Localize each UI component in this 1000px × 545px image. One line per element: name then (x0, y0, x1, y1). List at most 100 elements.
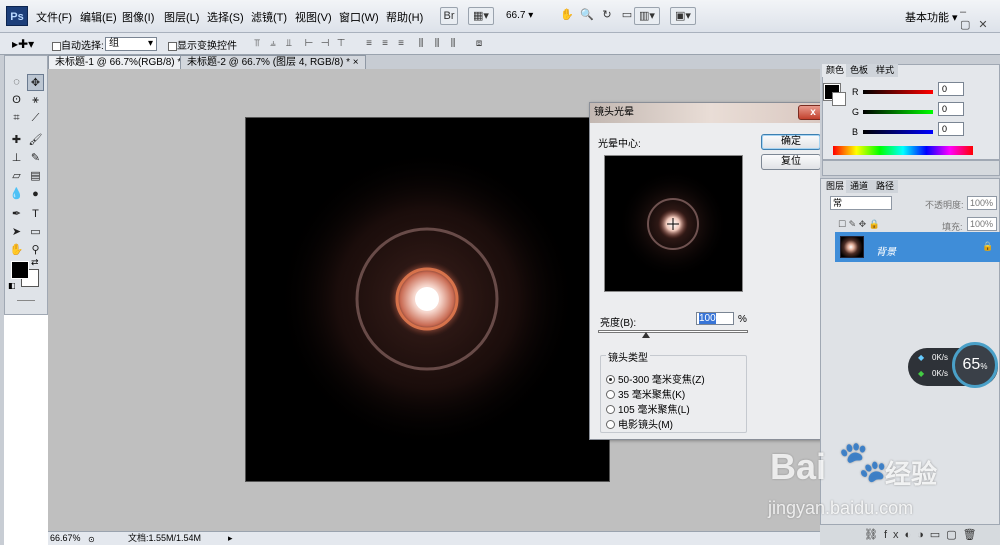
tab-document-1[interactable]: 未标题-1 @ 66.7%(RGB/8) * × (48, 55, 197, 69)
window-controls[interactable]: –▢✕ (960, 6, 1000, 31)
type-tool-icon[interactable]: T (27, 206, 44, 223)
channel-b-slider[interactable] (863, 130, 933, 134)
path-select-icon[interactable]: ➤ (8, 224, 25, 241)
tab-document-2[interactable]: 未标题-2 @ 66.7% (图层 4, RGB/8) * × (180, 55, 366, 69)
distribute-vcenter-icon[interactable]: ≡ (378, 38, 392, 50)
tab-color[interactable]: 颜色 (822, 64, 849, 77)
reset-button[interactable]: 复位 (761, 154, 821, 170)
crop-tool-icon[interactable]: ⌗ (8, 110, 25, 127)
brightness-slider[interactable] (598, 330, 748, 333)
memory-usage-circle[interactable]: 65% (952, 342, 998, 388)
hand-tool-icon[interactable]: ✋ (8, 242, 25, 259)
opacity-input[interactable]: 100% (967, 196, 997, 210)
move-tool-icon[interactable]: ✥ (27, 74, 44, 91)
distribute-left-icon[interactable]: ⫼ (414, 38, 428, 50)
layer-name[interactable]: 背景 (876, 243, 896, 258)
blur-tool-icon[interactable]: 💧 (8, 186, 25, 203)
align-left-icon[interactable]: ⊢ (302, 38, 316, 50)
foreground-color-swatch[interactable] (11, 261, 29, 279)
blend-mode-dropdown[interactable]: 常 (830, 196, 892, 210)
menu-view[interactable]: 视图(V) (295, 9, 332, 25)
align-bottom-icon[interactable]: ⫫ (282, 38, 296, 50)
status-menu-arrow-icon[interactable]: ▸ (228, 532, 233, 545)
tab-swatches[interactable]: 色板 (846, 64, 873, 77)
lasso-tool-icon[interactable]: ʘ (8, 92, 25, 109)
quick-mask-icon[interactable] (17, 300, 35, 301)
default-colors-icon[interactable]: ◧ (8, 281, 16, 290)
menu-file[interactable]: 文件(F) (36, 9, 72, 25)
fill-input[interactable]: 100% (967, 217, 997, 231)
distribute-hcenter-icon[interactable]: ⫼ (430, 38, 444, 50)
memory-percent: 65 (962, 356, 981, 373)
gradient-tool-icon[interactable]: ▤ (27, 168, 44, 185)
menu-image[interactable]: 图像(I) (122, 9, 154, 25)
hand-tool-icon[interactable]: ✋ (558, 7, 576, 25)
tab-paths[interactable]: 路径 (872, 180, 899, 193)
zoom-tool-icon[interactable]: 🔍 (578, 7, 596, 25)
move-tool-icon[interactable]: ▸✚▾ (12, 37, 34, 51)
lens-option-zoom[interactable]: 50-300 毫米变焦(Z) (606, 371, 705, 386)
align-right-icon[interactable]: ⊤ (334, 38, 348, 50)
screen-mode-icon[interactable]: ▣▾ (670, 7, 696, 25)
zoom-level-field[interactable]: 66.7 ▾ (506, 8, 544, 24)
arrange-documents-icon[interactable]: ▥▾ (634, 7, 660, 25)
document-canvas[interactable] (245, 117, 610, 482)
brightness-input[interactable]: 100 (696, 312, 734, 325)
menu-layer[interactable]: 图层(L) (164, 9, 199, 25)
align-hcenter-icon[interactable]: ⊣ (318, 38, 332, 50)
adjustments-tab-strip[interactable] (822, 160, 1000, 176)
channel-g-input[interactable]: 0 (938, 102, 964, 116)
menu-edit[interactable]: 编辑(E) (80, 9, 117, 25)
healing-brush-icon[interactable]: ✚ (8, 132, 25, 149)
brightness-slider-thumb[interactable] (642, 332, 650, 338)
tab-layers[interactable]: 图层 (822, 180, 849, 193)
lens-option-105mm[interactable]: 105 毫米聚焦(L) (606, 401, 690, 416)
pen-tool-icon[interactable]: ✒ (8, 206, 25, 223)
tab-label: 未标题-2 @ 66.7% (图层 4, RGB/8) * (187, 57, 350, 68)
close-icon[interactable]: × (353, 57, 359, 68)
lens-option-movie[interactable]: 电影镜头(M) (606, 416, 673, 431)
flare-preview[interactable] (604, 155, 743, 292)
dodge-tool-icon[interactable]: ● (27, 186, 44, 203)
distribute-right-icon[interactable]: ⫼ (446, 38, 460, 50)
distribute-top-icon[interactable]: ≡ (362, 38, 376, 50)
menu-filter[interactable]: 滤镜(T) (251, 9, 287, 25)
channel-b-input[interactable]: 0 (938, 122, 964, 136)
auto-select-dropdown[interactable]: 组 ▾ (105, 37, 157, 51)
lock-icons[interactable]: ☐ ✎ ✥ 🔒 (838, 219, 880, 230)
distribute-bottom-icon[interactable]: ≡ (394, 38, 408, 50)
align-top-icon[interactable]: ⫪ (250, 38, 264, 50)
menu-help[interactable]: 帮助(H) (386, 9, 423, 25)
eyedropper-icon[interactable]: ⟋ (27, 110, 44, 127)
channel-r-slider[interactable] (863, 90, 933, 94)
background-color-swatch[interactable] (832, 92, 846, 106)
workspace-switcher[interactable]: 基本功能 ▾ (905, 9, 958, 25)
shape-tool-icon[interactable]: ▭ (27, 224, 44, 241)
magic-wand-icon[interactable]: ⚹ (27, 92, 44, 109)
view-extras-icon[interactable]: ▦▾ (468, 7, 494, 25)
marquee-tool-icon[interactable]: ◌ (8, 74, 25, 91)
status-info-icon[interactable]: ⊙ (88, 533, 95, 545)
channel-r-input[interactable]: 0 (938, 82, 964, 96)
lens-option-35mm[interactable]: 35 毫米聚焦(K) (606, 386, 685, 401)
eraser-tool-icon[interactable]: ▱ (8, 168, 25, 185)
channel-g-slider[interactable] (863, 110, 933, 114)
brush-tool-icon[interactable]: 🖌 (27, 132, 44, 149)
color-spectrum-bar[interactable] (833, 146, 973, 155)
tab-styles[interactable]: 样式 (872, 64, 899, 77)
menu-select[interactable]: 选择(S) (207, 9, 244, 25)
ok-button[interactable]: 确定 (761, 134, 821, 150)
rotate-view-icon[interactable]: ↻ (598, 7, 616, 25)
menu-window[interactable]: 窗口(W) (339, 9, 379, 25)
history-brush-icon[interactable]: ✎ (27, 150, 44, 167)
show-transform-checkbox[interactable]: 显示变换控件 (168, 37, 237, 52)
auto-align-icon[interactable]: ⧈ (472, 38, 486, 50)
tab-channels[interactable]: 通道 (846, 180, 873, 193)
chevron-down-icon: ▾ (147, 38, 153, 49)
status-zoom[interactable]: 66.67% (50, 532, 81, 545)
auto-select-checkbox[interactable]: 自动选择: (52, 37, 104, 52)
align-vcenter-icon[interactable]: ⫨ (266, 38, 280, 50)
clone-stamp-icon[interactable]: ⊥ (8, 150, 25, 167)
swap-colors-icon[interactable]: ⇄ (31, 257, 39, 268)
bridge-icon[interactable]: Br (440, 7, 458, 25)
